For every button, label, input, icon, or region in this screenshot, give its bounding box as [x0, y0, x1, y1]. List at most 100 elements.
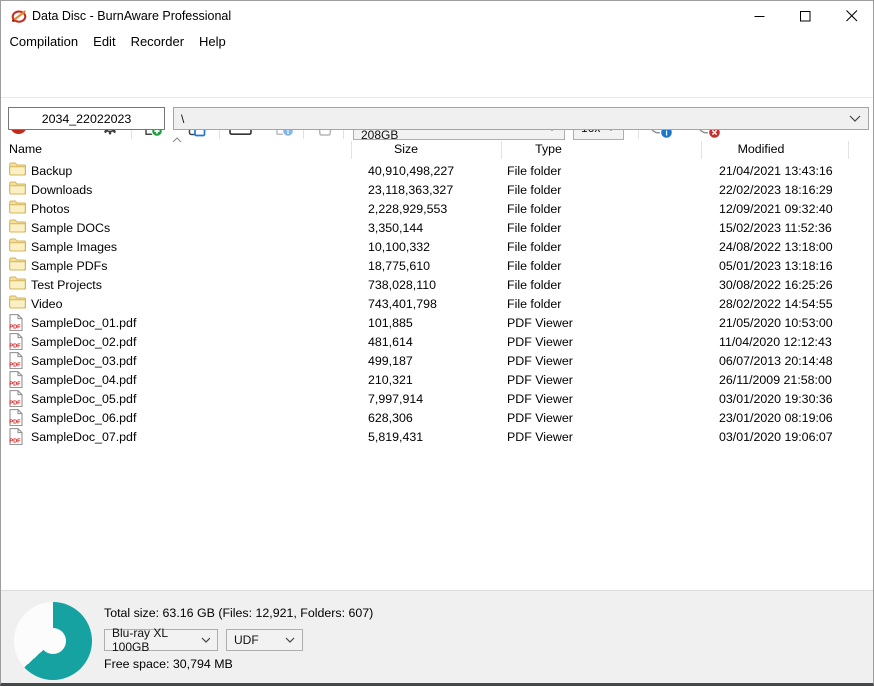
media-type-select[interactable]: Blu-ray XL 100GB: [104, 629, 218, 651]
minimize-button[interactable]: [736, 1, 782, 31]
disc-label-input[interactable]: [8, 107, 165, 130]
file-list: Backup 40,910,498,227 File folder 21/04/…: [1, 162, 873, 447]
column-divider[interactable]: [351, 141, 352, 159]
file-name: SampleDoc_05.pdf: [31, 390, 136, 409]
table-row[interactable]: Backup 40,910,498,227 File folder 21/04/…: [1, 162, 873, 181]
file-name: Video: [31, 295, 62, 314]
file-modified: 23/01/2020 08:19:06: [719, 409, 833, 428]
file-size: 7,997,914: [368, 390, 423, 409]
table-row[interactable]: PDF SampleDoc_07.pdf 5,819,431 PDF Viewe…: [1, 428, 873, 447]
menu-compilation[interactable]: Compilation: [2, 31, 86, 53]
svg-text:PDF: PDF: [9, 344, 21, 350]
table-row[interactable]: Photos 2,228,929,553 File folder 12/09/2…: [1, 200, 873, 219]
table-row[interactable]: PDF SampleDoc_03.pdf 499,187 PDF Viewer …: [1, 352, 873, 371]
menu-bar: Compilation Edit Recorder Help: [1, 31, 873, 53]
table-row[interactable]: Test Projects 738,028,110 File folder 30…: [1, 276, 873, 295]
file-size: 18,775,610: [368, 257, 430, 276]
svg-text:PDF: PDF: [9, 363, 21, 369]
file-name: Test Projects: [31, 276, 102, 295]
file-modified: 03/01/2020 19:06:07: [719, 428, 833, 447]
file-modified: 05/01/2023 13:18:16: [719, 257, 833, 276]
svg-text:PDF: PDF: [9, 382, 21, 388]
toolbar-divider: [1, 97, 873, 98]
file-size: 40,910,498,227: [368, 162, 454, 181]
file-type: File folder: [507, 257, 561, 276]
column-divider[interactable]: [701, 141, 702, 159]
table-row[interactable]: Sample DOCs 3,350,144 File folder 15/02/…: [1, 219, 873, 238]
file-type: File folder: [507, 238, 561, 257]
column-divider[interactable]: [848, 141, 849, 159]
table-row[interactable]: PDF SampleDoc_01.pdf 101,885 PDF Viewer …: [1, 314, 873, 333]
file-name: Downloads: [31, 181, 92, 200]
pdf-file-icon: PDF: [9, 314, 23, 331]
pdf-file-icon: PDF: [9, 428, 23, 445]
table-row[interactable]: Sample PDFs 18,775,610 File folder 05/01…: [1, 257, 873, 276]
file-size: 481,614: [368, 333, 413, 352]
close-button[interactable]: [828, 1, 874, 31]
folder-icon: [9, 162, 26, 176]
column-header-type[interactable]: Type: [501, 142, 596, 156]
file-modified: 28/02/2022 14:54:55: [719, 295, 833, 314]
file-type: PDF Viewer: [507, 371, 573, 390]
pdf-file-icon: PDF: [9, 333, 23, 350]
table-row[interactable]: Sample Images 10,100,332 File folder 24/…: [1, 238, 873, 257]
chevron-down-icon: [201, 637, 210, 643]
table-row[interactable]: Downloads 23,118,363,327 File folder 22/…: [1, 181, 873, 200]
file-modified: 15/02/2023 11:52:36: [719, 219, 832, 238]
folder-icon: [9, 238, 26, 252]
file-type: PDF Viewer: [507, 333, 573, 352]
column-header-size[interactable]: Size: [351, 142, 461, 156]
menu-help[interactable]: Help: [192, 31, 234, 53]
file-size: 743,401,798: [368, 295, 437, 314]
file-type: File folder: [507, 181, 561, 200]
file-size: 499,187: [368, 352, 413, 371]
table-row[interactable]: PDF SampleDoc_02.pdf 481,614 PDF Viewer …: [1, 333, 873, 352]
file-size: 10,100,332: [368, 238, 430, 257]
maximize-icon: [800, 11, 811, 22]
file-size: 23,118,363,327: [368, 181, 453, 200]
file-size: 628,306: [368, 409, 413, 428]
folder-icon: [9, 295, 26, 309]
maximize-button[interactable]: [782, 1, 828, 31]
folder-icon: [9, 181, 26, 195]
file-modified: 21/04/2021 13:43:16: [719, 162, 833, 181]
table-row[interactable]: PDF SampleDoc_06.pdf 628,306 PDF Viewer …: [1, 409, 873, 428]
pdf-file-icon: PDF: [9, 409, 23, 426]
table-row[interactable]: PDF SampleDoc_05.pdf 7,997,914 PDF Viewe…: [1, 390, 873, 409]
menu-recorder[interactable]: Recorder: [123, 31, 191, 53]
svg-text:PDF: PDF: [9, 439, 21, 445]
file-type: File folder: [507, 200, 561, 219]
file-size: 210,321: [368, 371, 413, 390]
column-header-name[interactable]: Name: [9, 142, 42, 156]
free-space-text: Free space: 30,794 MB: [104, 657, 233, 671]
disc-usage-donut: [14, 602, 92, 680]
file-modified: 26/11/2009 21:58:00: [719, 371, 832, 390]
file-name: Sample Images: [31, 238, 117, 257]
table-row[interactable]: PDF SampleDoc_04.pdf 210,321 PDF Viewer …: [1, 371, 873, 390]
path-value: \: [181, 112, 184, 126]
svg-text:PDF: PDF: [9, 420, 21, 426]
filesystem-value: UDF: [234, 633, 259, 647]
minimize-icon: [754, 11, 765, 22]
pdf-file-icon: PDF: [9, 390, 23, 407]
file-type: PDF Viewer: [507, 390, 573, 409]
file-name: SampleDoc_04.pdf: [31, 371, 136, 390]
column-header-modified[interactable]: Modified: [701, 142, 821, 156]
file-modified: 03/01/2020 19:30:36: [719, 390, 833, 409]
path-combobox[interactable]: \: [173, 107, 869, 130]
file-name: Photos: [31, 200, 70, 219]
media-type-value: Blu-ray XL 100GB: [112, 626, 201, 654]
file-name: Sample DOCs: [31, 219, 110, 238]
file-type: File folder: [507, 276, 561, 295]
filesystem-select[interactable]: UDF: [226, 629, 303, 651]
file-type: File folder: [507, 295, 561, 314]
table-row[interactable]: Video 743,401,798 File folder 28/02/2022…: [1, 295, 873, 314]
toolbar: Burn ⚙: [1, 53, 873, 97]
file-size: 5,819,431: [368, 428, 423, 447]
pdf-file-icon: PDF: [9, 371, 23, 388]
menu-edit[interactable]: Edit: [86, 31, 123, 53]
file-name: SampleDoc_07.pdf: [31, 428, 136, 447]
file-name: Sample PDFs: [31, 257, 107, 276]
column-divider[interactable]: [501, 141, 502, 159]
file-type: File folder: [507, 162, 561, 181]
